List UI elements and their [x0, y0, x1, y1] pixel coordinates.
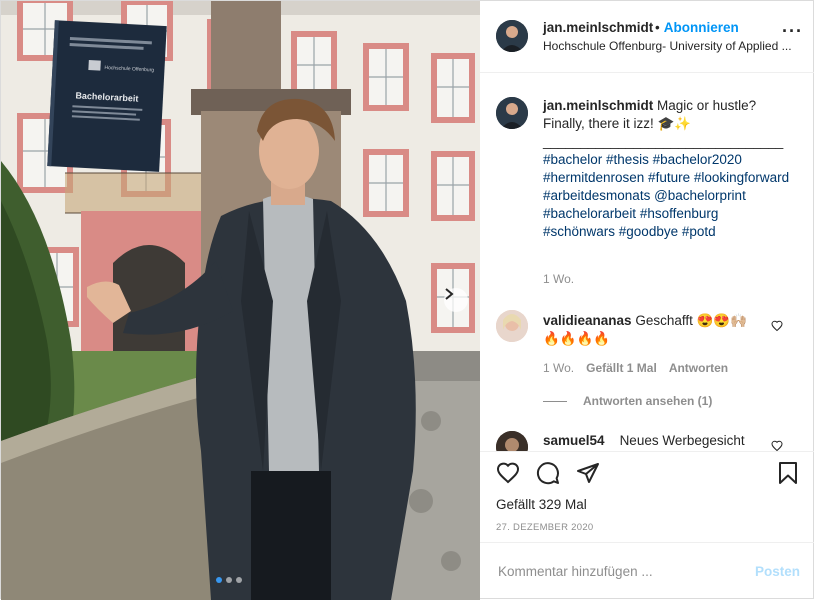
commenter-avatar[interactable] [496, 431, 528, 451]
more-options-button[interactable]: ··· [782, 22, 803, 40]
comment-1: validieananas Geschafft 😍😍🙌🏼 🔥🔥🔥🔥 [543, 312, 763, 348]
replies-line [543, 400, 567, 402]
caption-text-line2: Finally, there it izz! 🎓✨ [543, 116, 692, 131]
comment-2-username[interactable]: samuel54 [543, 433, 605, 448]
comment-1-likes[interactable]: Gefällt 1 Mal [586, 361, 657, 375]
likes-count[interactable]: Gefällt 329 Mal [496, 497, 587, 512]
view-replies-button[interactable]: Antworten ansehen (1) [543, 394, 712, 408]
avatar-image [496, 97, 528, 129]
post-location[interactable]: Hochschule Offenburg- University of Appl… [543, 39, 798, 53]
post-header: jan.meinlschmidt • Abonnieren Hochschule … [480, 1, 814, 73]
post-actions: Gefällt 329 Mal 27. DEZEMBER 2020 [480, 451, 814, 551]
comment-1-reply-button[interactable]: Antworten [669, 361, 728, 375]
heart-icon [496, 462, 520, 484]
comment-1-meta: 1 Wo. Gefällt 1 Mal Antworten [543, 361, 728, 375]
heart-icon [771, 440, 783, 451]
caption-avatar[interactable] [496, 97, 528, 129]
avatar-image [496, 310, 528, 342]
caption-divider: ________________________________ [543, 134, 784, 149]
carousel-dot-2 [226, 577, 232, 583]
comment-1-username[interactable]: validieananas [543, 313, 632, 328]
save-button[interactable] [776, 461, 800, 490]
post-caption: jan.meinlschmidt Magic or hustle? Finall… [543, 97, 793, 241]
comment-button[interactable] [536, 461, 560, 490]
chevron-right-icon [445, 288, 454, 300]
carousel-dot-3 [236, 577, 242, 583]
speech-bubble-icon [536, 462, 559, 485]
caption-hashtags[interactable]: #bachelor #thesis #bachelor2020 #hermitd… [543, 152, 789, 239]
caption-timestamp[interactable]: 1 Wo. [543, 272, 574, 286]
paper-plane-icon [577, 463, 599, 483]
caption-username[interactable]: jan.meinlschmidt [543, 98, 653, 113]
comment-input[interactable] [496, 563, 740, 580]
instagram-post: Hochschule Offenburg Bachelorarbeit jan.… [0, 0, 814, 600]
post-photo[interactable]: Hochschule Offenburg Bachelorarbeit [1, 1, 480, 600]
comment-1-timestamp[interactable]: 1 Wo. [543, 361, 574, 375]
post-side-panel: jan.meinlschmidt • Abonnieren Hochschule … [480, 1, 814, 600]
like-button[interactable] [496, 461, 520, 490]
avatar-image [496, 431, 528, 451]
avatar-image [496, 20, 528, 52]
carousel-dot-1 [216, 577, 222, 583]
comment-composer: Posten [480, 542, 814, 600]
follow-separator: • [655, 20, 660, 35]
view-replies-label: Antworten ansehen (1) [583, 394, 713, 408]
post-comment-button[interactable]: Posten [755, 564, 800, 579]
heart-icon [771, 320, 783, 332]
comment-2: samuel54 Neues Werbegesicht [543, 433, 773, 448]
follow-button[interactable]: • Abonnieren [655, 20, 739, 35]
author-username[interactable]: jan.meinlschmidt [543, 20, 653, 35]
share-button[interactable] [576, 461, 600, 490]
carousel-next-button[interactable] [444, 288, 468, 312]
ellipsis-icon: ··· [782, 21, 803, 41]
follow-label: Abonnieren [663, 20, 739, 35]
post-date[interactable]: 27. DEZEMBER 2020 [496, 522, 594, 533]
caption-text-line1: Magic or hustle? [657, 98, 757, 113]
comment-1-like-button[interactable] [771, 319, 783, 337]
carousel-indicator [216, 577, 242, 583]
commenter-avatar[interactable] [496, 310, 528, 342]
comment-2-text: Neues Werbegesicht [619, 433, 745, 448]
comment-2-like-button[interactable] [771, 439, 783, 451]
photo-scene: Hochschule Offenburg Bachelorarbeit [1, 1, 480, 600]
author-avatar[interactable] [496, 20, 528, 52]
comments-section: jan.meinlschmidt Magic or hustle? Finall… [480, 73, 814, 451]
bookmark-icon [779, 462, 797, 484]
